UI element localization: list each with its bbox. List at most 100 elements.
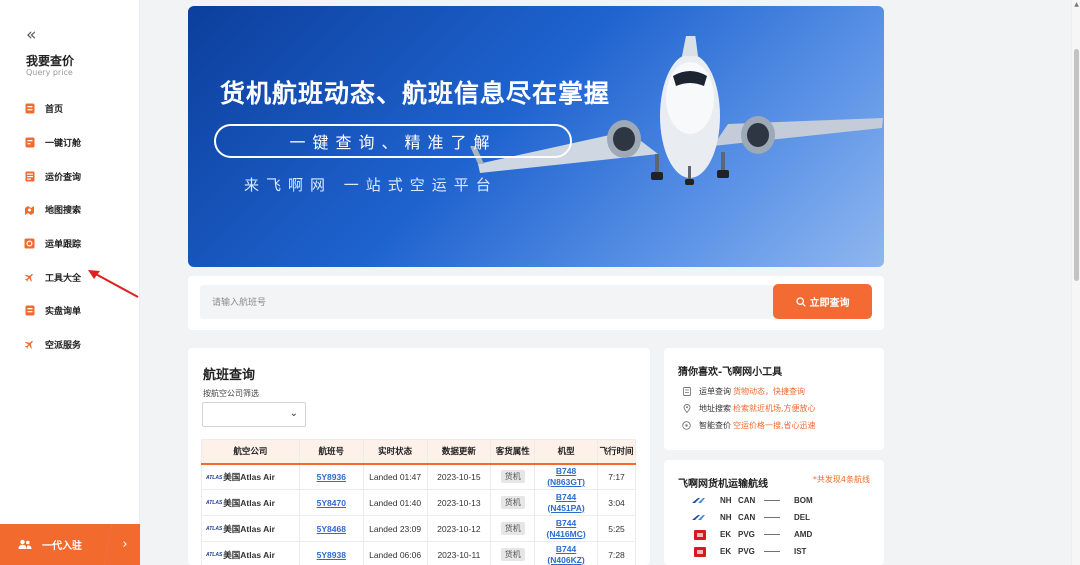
flights-table: 航空公司 航班号 实时状态 数据更新 客货属性 机型 飞行时间 ATLAS美国A… — [201, 439, 636, 565]
column-header-flight: 航班号 — [298, 439, 364, 465]
airline-name: 美国Atlas Air — [223, 471, 275, 482]
booking-icon — [24, 137, 35, 148]
flight-query-panel: 航班查询 按航空公司筛选 ⌄ 航空公司 航班号 实时状态 数据更新 客货属性 机… — [188, 348, 650, 565]
status-cell: Landed 01:40 — [362, 489, 428, 516]
sidebar-title: 我要查价 — [26, 54, 75, 68]
route-airline: NH — [720, 496, 732, 505]
sidebar-item-booking[interactable]: 一键订舱 — [0, 126, 139, 160]
route-item[interactable]: EK PVG —— AMD — [690, 529, 812, 540]
route-item[interactable]: NH CAN —— BOM — [690, 496, 813, 505]
flight-number-link[interactable]: 5Y8938 — [317, 550, 346, 560]
tools-card: 猜你喜欢-飞啊网小工具 运单查询 货物动态，快捷查询 地址搜索 检索就近机场,方… — [664, 348, 884, 450]
cargo-badge: 货机 — [500, 470, 525, 484]
aircraft-link[interactable]: B744 (N451PA) — [548, 492, 585, 513]
hero-banner: 货机航班动态、航班信息尽在掌握 一键查询、精准了解 来飞啊网 一站式空运平台 — [188, 6, 884, 267]
updated-cell: 2023-10-13 — [426, 489, 492, 516]
airline-name: 美国Atlas Air — [223, 497, 275, 508]
flight-number-link[interactable]: 5Y8470 — [317, 498, 346, 508]
status-cell: Landed 01:47 — [362, 463, 428, 490]
route-dash: —— — [764, 530, 780, 539]
tool-item-waybill[interactable]: 运单查询 货物动态，快捷查询 — [682, 386, 805, 397]
route-item[interactable]: NH CAN —— DEL — [690, 513, 810, 522]
plane-icon — [24, 272, 35, 283]
airline-cell: ATLAS美国Atlas Air — [201, 489, 300, 516]
inquiry-icon — [24, 305, 35, 316]
aircraft-cell[interactable]: B748 (N863GT) — [534, 463, 599, 490]
tool-item-smart-price[interactable]: 智能查价 空运价格一搜,省心迅速 — [682, 420, 816, 431]
join-label: 一代入驻 — [42, 541, 82, 552]
type-cell: 货机 — [490, 489, 536, 516]
updated-cell: 2023-10-11 — [426, 541, 492, 565]
search-button[interactable]: 立即查询 — [773, 284, 872, 319]
column-header-type: 客货属性 — [490, 439, 536, 465]
plane-service-icon — [24, 339, 35, 350]
airplane-illustration-icon — [470, 36, 883, 185]
sidebar-item-home[interactable]: 首页 — [0, 92, 139, 126]
flight-number-cell[interactable]: 5Y8936 — [298, 463, 364, 490]
flight-number-cell[interactable]: 5Y8470 — [298, 489, 364, 516]
type-cell: 货机 — [490, 463, 536, 490]
annotation-arrow-icon — [88, 270, 139, 298]
sidebar-item-label: 运价查询 — [45, 172, 82, 183]
sidebar-item-waybill-track[interactable]: 运单跟踪 — [0, 227, 139, 261]
ana-logo-icon — [690, 496, 710, 505]
type-cell: 货机 — [490, 541, 536, 565]
tool-item-address[interactable]: 地址搜索 检索就近机场,方便放心 — [682, 403, 816, 414]
airline-filter-label: 按航空公司筛选 — [203, 389, 259, 398]
cargo-badge: 货机 — [500, 496, 525, 509]
sidebar-item-air-service[interactable]: 空派服务 — [0, 328, 139, 362]
scrollbar-thumb[interactable] — [1074, 49, 1079, 281]
ana-logo-icon — [690, 513, 710, 522]
banner-subtitle: 来飞啊网 一站式空运平台 — [244, 176, 498, 194]
aircraft-cell[interactable]: B744 (N416MC) — [534, 515, 599, 542]
sidebar-item-label: 运单跟踪 — [45, 240, 82, 251]
home-icon — [24, 103, 35, 114]
aircraft-cell[interactable]: B744 (N451PA) — [534, 489, 599, 516]
flight-number-link[interactable]: 5Y8936 — [317, 472, 346, 482]
join-button[interactable]: 一代入驻 — [0, 524, 112, 565]
airline-filter-select[interactable]: ⌄ — [202, 402, 306, 427]
route-destination: IST — [794, 547, 807, 556]
tools-title: 猜你喜欢-飞啊网小工具 — [678, 367, 783, 378]
route-origin: PVG — [738, 547, 755, 556]
updated-cell: 2023-10-15 — [426, 463, 492, 490]
document-icon — [682, 387, 691, 396]
duration-cell: 7:28 — [597, 541, 636, 565]
tool-desc: 货物动态，快捷查询 — [733, 387, 805, 396]
atlas-logo-icon: ATLAS — [206, 474, 223, 481]
sidebar-item-price-query[interactable]: 运价查询 — [0, 159, 139, 193]
status-cell: Landed 06:06 — [362, 541, 428, 565]
route-origin: CAN — [738, 513, 756, 522]
sidebar-nav: 首页 一键订舱 运价查询 地图搜索 运单跟踪 工具大全 实盘询单 空派服务 — [0, 92, 139, 362]
collapse-sidebar-icon[interactable]: « — [26, 27, 36, 44]
route-item[interactable]: EK PVG —— IST — [690, 546, 807, 557]
flight-number-cell[interactable]: 5Y8468 — [298, 515, 364, 542]
atlas-logo-icon: ATLAS — [206, 552, 223, 559]
airline-name: 美国Atlas Air — [223, 523, 275, 534]
routes-card: 飞啊网货机运输航线 *共发现4条航线 NH CAN —— BOM NH CAN … — [664, 460, 884, 565]
aircraft-link[interactable]: B744 (N416MC) — [546, 518, 585, 539]
aircraft-cell[interactable]: B744 (N406KZ) — [534, 541, 599, 565]
emirates-logo-icon — [690, 546, 710, 557]
flight-number-link[interactable]: 5Y8468 — [317, 524, 346, 534]
waybill-track-icon — [24, 238, 35, 249]
map-search-icon — [24, 204, 35, 215]
flight-number-cell[interactable]: 5Y8938 — [298, 541, 364, 565]
route-destination: DEL — [794, 513, 810, 522]
sidebar-item-label: 地图搜索 — [45, 206, 82, 217]
aircraft-link[interactable]: B744 (N406KZ) — [547, 544, 584, 565]
flight-number-input[interactable] — [200, 285, 774, 319]
type-cell: 货机 — [490, 515, 536, 542]
banner-pill: 一键查询、精准了解 — [214, 124, 572, 158]
sidebar-item-map-search[interactable]: 地图搜索 — [0, 193, 139, 227]
page-scrollbar[interactable]: ▲ — [1071, 0, 1080, 565]
aircraft-link[interactable]: B748 (N863GT) — [547, 466, 585, 487]
flight-query-title: 航班查询 — [203, 368, 256, 383]
duration-cell: 3:04 — [597, 489, 636, 516]
price-query-icon — [24, 171, 35, 182]
scroll-up-arrow-icon[interactable]: ▲ — [1072, 1, 1080, 9]
sidebar-item-label: 一键订舱 — [45, 139, 82, 150]
routes-title: 飞啊网货机运输航线 — [678, 479, 768, 490]
table-row: ATLAS美国Atlas Air 5Y8468 Landed 23:09 202… — [201, 515, 636, 542]
route-destination: BOM — [794, 496, 813, 505]
